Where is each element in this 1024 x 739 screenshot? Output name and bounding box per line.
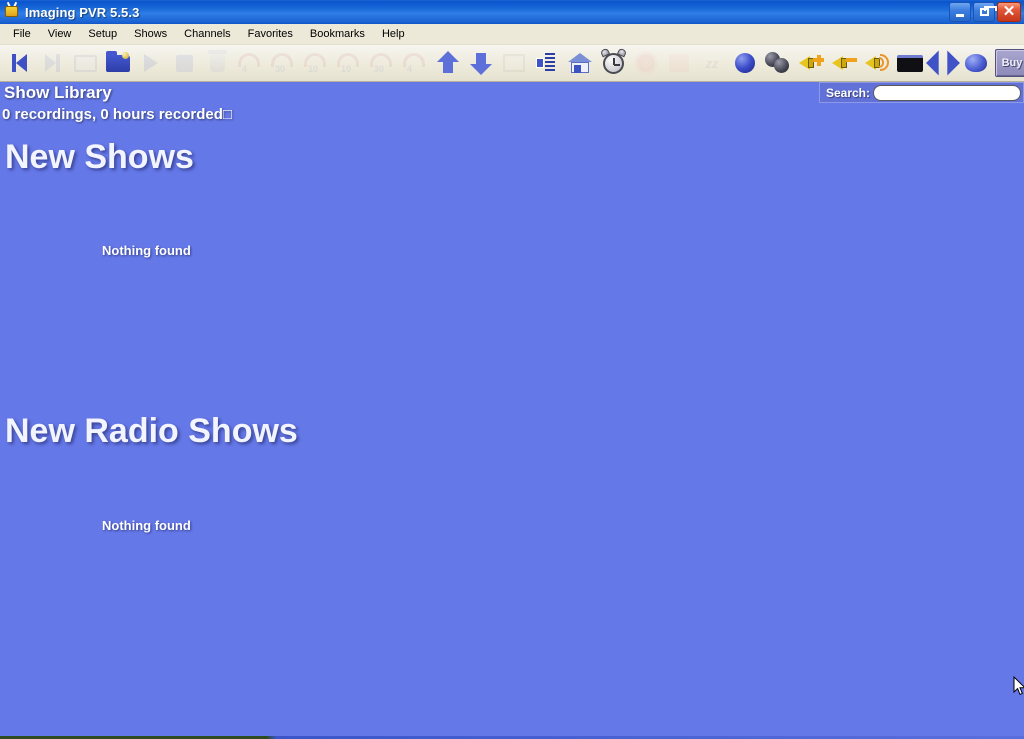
- toolbar-download-button[interactable]: [465, 47, 497, 80]
- trash-icon: [207, 50, 227, 72]
- mouse-cursor: [1013, 676, 1024, 696]
- menu-item-favorites[interactable]: Favorites: [240, 26, 302, 43]
- toolbar-monitor-button[interactable]: [69, 47, 101, 80]
- volume-down-icon: [831, 52, 857, 74]
- menu-item-view[interactable]: View: [40, 26, 81, 43]
- window-title: Imaging PVR 5.5.3: [25, 4, 140, 20]
- monitor-icon: [73, 54, 97, 72]
- volume-icon: [864, 52, 890, 74]
- content-area: Search: Show Library 0 recordings, 0 hou…: [0, 82, 1024, 739]
- title-bar: Imaging PVR 5.5.3 ✕: [0, 0, 1024, 24]
- toolbar-delete-button[interactable]: [201, 47, 233, 80]
- guide-icon: [536, 53, 558, 73]
- toolbar-skip-30s-button[interactable]: 30: [366, 47, 398, 80]
- toolbar-sphere-button[interactable]: [729, 47, 761, 80]
- volume-up-icon: [798, 52, 824, 74]
- replay-4s-icon: 4: [238, 53, 262, 74]
- toolbar-skip-4s-button[interactable]: 4: [399, 47, 431, 80]
- toolbar-calendar-button[interactable]: [498, 47, 530, 80]
- replay-4s-alt-icon: 4: [403, 53, 427, 74]
- section-empty-new-radio-shows: Nothing found: [102, 518, 191, 533]
- toolbar-folder-button[interactable]: [102, 47, 134, 80]
- toolbar-play-button[interactable]: [135, 47, 167, 80]
- calendar-icon: [503, 54, 525, 72]
- toolbar-alarm-button[interactable]: [597, 47, 629, 80]
- toolbar-home-button[interactable]: [564, 47, 596, 80]
- toolbar-stop-button[interactable]: [168, 47, 200, 80]
- library-summary: 0 recordings, 0 hours recorded□: [2, 106, 232, 123]
- forward-icon: [44, 54, 56, 72]
- sleep-icon: zz: [705, 55, 719, 71]
- menu-item-help[interactable]: Help: [374, 26, 414, 43]
- toolbar-dual-sphere-button[interactable]: [762, 47, 794, 80]
- menu-item-bookmarks[interactable]: Bookmarks: [302, 26, 374, 43]
- toolbar-skip-10s-button[interactable]: 10: [333, 47, 365, 80]
- toolbar: 4 30 10 10 30 4 zz Buy: [0, 45, 1024, 82]
- close-button[interactable]: ✕: [997, 2, 1021, 22]
- buy-button[interactable]: Buy: [995, 49, 1024, 77]
- fullscreen-icon: [925, 50, 961, 76]
- toolbar-replay-30s-button[interactable]: 30: [267, 47, 299, 80]
- toolbar-replay-4s-button[interactable]: 4: [234, 47, 266, 80]
- play-icon: [144, 54, 158, 72]
- blank-screen-icon: [897, 54, 923, 72]
- close-icon: ✕: [1002, 3, 1016, 20]
- search-bar: Search:: [818, 82, 1024, 103]
- menu-item-shows[interactable]: Shows: [126, 26, 176, 43]
- replay-30s-alt-icon: 30: [370, 53, 394, 74]
- menu-item-setup[interactable]: Setup: [80, 26, 126, 43]
- toolbar-guide-button[interactable]: [531, 47, 563, 80]
- search-label: Search:: [825, 85, 870, 100]
- toolbar-volume-up-button[interactable]: [795, 47, 827, 80]
- section-empty-new-shows: Nothing found: [102, 243, 191, 258]
- sphere-icon: [735, 53, 755, 73]
- replay-30s-icon: 30: [271, 53, 295, 74]
- folder-icon: [106, 50, 130, 72]
- contrast-icon: [669, 54, 689, 72]
- toolbar-volume-button[interactable]: [861, 47, 893, 80]
- menu-bar: File View Setup Shows Channels Favorites…: [0, 24, 1024, 45]
- menu-item-channels[interactable]: Channels: [176, 26, 239, 43]
- toolbar-fullscreen-button[interactable]: [925, 47, 961, 80]
- toolbar-blank-screen-button[interactable]: [894, 47, 926, 80]
- toolbar-knob-button[interactable]: [960, 47, 992, 80]
- toolbar-brightness-button[interactable]: [630, 47, 662, 80]
- section-heading-new-radio-shows: New Radio Shows: [5, 412, 298, 450]
- tv-antenna-icon: [3, 1, 21, 21]
- toolbar-forward-button[interactable]: [36, 47, 68, 80]
- window-controls: ✕: [949, 2, 1021, 22]
- toolbar-volume-down-button[interactable]: [828, 47, 860, 80]
- replay-10s-icon: 10: [304, 53, 328, 74]
- home-icon: [568, 53, 592, 73]
- brightness-icon: [637, 54, 655, 72]
- alarm-clock-icon: [599, 47, 627, 74]
- stop-icon: [175, 54, 193, 72]
- toolbar-upload-button[interactable]: [432, 47, 464, 80]
- toolbar-sleep-button[interactable]: zz: [696, 47, 728, 80]
- minimize-button[interactable]: [949, 2, 971, 22]
- toolbar-back-button[interactable]: [3, 47, 35, 80]
- section-heading-new-shows: New Shows: [5, 138, 194, 176]
- application-window: Imaging PVR 5.5.3 ✕ File View Setup Show…: [0, 0, 1024, 739]
- toolbar-replay-10s-button[interactable]: 10: [300, 47, 332, 80]
- dual-sphere-icon: [765, 52, 791, 74]
- page-title: Show Library: [4, 83, 112, 102]
- search-input[interactable]: [873, 84, 1021, 101]
- maximize-restore-button[interactable]: [973, 2, 997, 22]
- replay-10s-alt-icon: 10: [337, 53, 361, 74]
- knob-icon: [965, 54, 987, 72]
- menu-item-file[interactable]: File: [5, 26, 40, 43]
- toolbar-contrast-button[interactable]: [663, 47, 695, 80]
